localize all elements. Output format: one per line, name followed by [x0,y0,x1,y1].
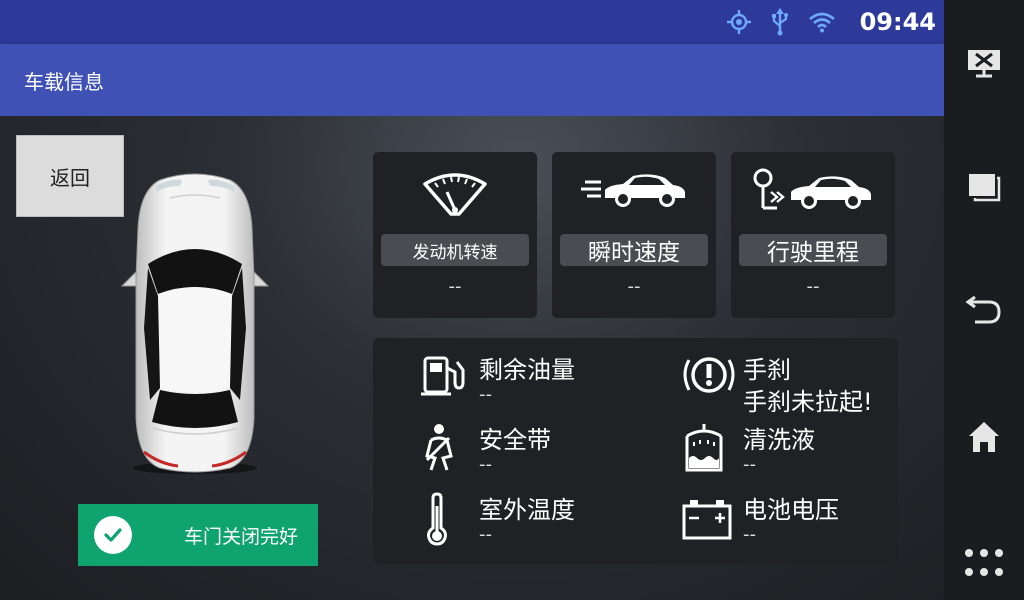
wifi-icon [808,12,835,33]
usb-icon [771,8,788,36]
status-icons: 09:44 [726,0,936,44]
recent-apps-icon [969,174,1001,202]
clock: 09:44 [859,8,936,36]
info-value: -- [479,384,492,405]
card-mileage[interactable]: 行驶里程 -- [731,152,895,318]
info-battery-voltage: 电池电压 -- [679,492,889,552]
card-value: -- [627,276,641,297]
tachometer-icon [423,173,487,216]
page-title: 车载信息 [24,70,104,94]
status-bar: 09:44 [0,0,944,44]
card-value: -- [806,276,820,297]
battery-icon [682,500,732,540]
recent-apps-button[interactable] [944,152,1024,222]
apps-icon [965,549,1003,576]
home-icon [969,422,999,452]
apps-button[interactable] [944,528,1024,598]
gps-icon [726,10,751,34]
info-value: -- [479,454,492,475]
back-nav-button[interactable] [944,276,1024,346]
door-status-badge: 车门关闭完好 [78,504,318,566]
screen-off-icon [968,50,1000,78]
back-button[interactable]: 返回 [16,135,124,217]
info-label: 手刹 [743,356,791,384]
info-value: -- [479,524,492,545]
info-label: 清洗液 [743,426,815,454]
info-seatbelt: 安全带 -- [419,422,649,482]
seatbelt-icon [425,424,453,471]
door-status-label: 车门关闭完好 [184,525,299,548]
info-label: 电池电压 [743,496,839,524]
screen-off-button[interactable] [944,28,1024,98]
vehicle-info-panel: 剩余油量 -- 手刹 手刹未拉起! 安全带 -- 清洗液 -- 室外温度 -- … [373,338,898,564]
app-bar: 车载信息 [0,44,944,116]
info-value: -- [743,524,756,545]
check-icon [94,516,132,554]
home-button[interactable] [944,402,1024,472]
info-handbrake: 手刹 手刹未拉起! [679,352,889,416]
card-label: 瞬时速度 [560,234,708,266]
card-label: 发动机转速 [381,234,529,266]
washer-fluid-icon [685,424,723,472]
back-icon [965,296,1001,324]
card-value: -- [448,276,462,297]
thermometer-icon [427,492,447,546]
info-outdoor-temperature: 室外温度 -- [419,492,649,552]
info-value: -- [743,454,756,475]
info-label: 安全带 [479,426,551,454]
card-instant-speed[interactable]: 瞬时速度 -- [552,152,716,318]
info-label: 剩余油量 [479,356,575,384]
handbrake-icon [683,357,735,393]
info-label: 室外温度 [479,496,575,524]
main-content: 返回 车门关闭完好 发动机转速 -- 瞬时速度 -- 行驶里程 -- 剩余油量 … [0,116,944,600]
card-engine-rpm[interactable]: 发动机转速 -- [373,152,537,318]
info-fuel: 剩余油量 -- [419,352,649,412]
info-value: 手刹未拉起! [743,388,873,416]
info-washer-fluid: 清洗液 -- [679,422,889,482]
car-top-view-image [120,173,270,474]
speed-car-icon [581,174,685,207]
fuel-icon [421,356,465,396]
mileage-icon [753,168,871,210]
card-label: 行驶里程 [739,234,887,266]
system-nav-bar [944,0,1024,600]
